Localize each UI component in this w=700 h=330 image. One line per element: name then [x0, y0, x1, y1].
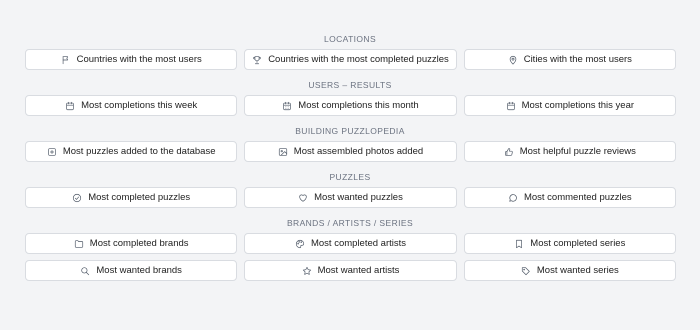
link-completions-year[interactable]: Most completions this year	[463, 95, 676, 116]
section-row-locations: Countries with the most users Countries …	[0, 49, 700, 70]
link-most-commented-puzzles[interactable]: Most commented puzzles	[463, 187, 676, 208]
link-label: Most completions this month	[298, 100, 419, 111]
section-row-users-results: Most completions this week Most completi…	[0, 95, 700, 116]
link-most-wanted-series[interactable]: Most wanted series	[463, 260, 676, 281]
section-row-brands-artists-series-1: Most completed brands Most completed art…	[0, 233, 700, 254]
link-most-wanted-puzzles[interactable]: Most wanted puzzles	[244, 187, 457, 208]
image-icon	[278, 147, 288, 157]
heart-icon	[298, 193, 308, 203]
link-label: Most commented puzzles	[523, 192, 632, 203]
thumbs-up-icon	[504, 147, 514, 157]
calendar-icon	[65, 101, 75, 111]
link-most-wanted-artists[interactable]: Most wanted artists	[244, 260, 457, 281]
link-label: Most wanted series	[536, 265, 619, 276]
section-title-locations: LOCATIONS	[323, 34, 377, 44]
link-most-puzzles-added[interactable]: Most puzzles added to the database	[25, 141, 238, 162]
link-most-wanted-brands[interactable]: Most wanted brands	[25, 260, 238, 281]
link-completions-month[interactable]: Most completions this month	[244, 95, 457, 116]
tags-icon	[521, 266, 531, 276]
section-row-puzzles: Most completed puzzles Most wanted puzzl…	[0, 187, 700, 208]
link-most-photos-added[interactable]: Most assembled photos added	[244, 141, 457, 162]
link-countries-most-users[interactable]: Countries with the most users	[25, 49, 238, 70]
link-completions-week[interactable]: Most completions this week	[25, 95, 238, 116]
section-row-building-puzzlopedia: Most puzzles added to the database Most …	[0, 141, 700, 162]
link-label: Most assembled photos added	[293, 146, 424, 157]
section-title-users-results: USERS – RESULTS	[308, 80, 392, 90]
link-most-helpful-reviews[interactable]: Most helpful puzzle reviews	[463, 141, 676, 162]
link-label: Countries with the most completed puzzle…	[268, 54, 449, 65]
link-label: Cities with the most users	[523, 54, 632, 65]
link-cities-most-users[interactable]: Cities with the most users	[463, 49, 676, 70]
link-label: Most completions this year	[521, 100, 635, 111]
link-label: Most completions this week	[81, 100, 198, 111]
link-label: Most helpful puzzle reviews	[519, 146, 636, 157]
link-label: Most wanted artists	[317, 265, 400, 276]
flag-icon	[61, 55, 71, 65]
section-title-brands-artists-series: BRANDS / ARTISTS / SERIES	[286, 218, 414, 228]
link-most-completed-artists[interactable]: Most completed artists	[244, 233, 457, 254]
calendar-icon	[506, 101, 516, 111]
search-icon	[80, 266, 90, 276]
link-most-completed-puzzles[interactable]: Most completed puzzles	[25, 187, 238, 208]
link-label: Most puzzles added to the database	[62, 146, 216, 157]
section-row-brands-artists-series-2: Most wanted brands Most wanted artists M…	[0, 260, 700, 281]
map-pin-icon	[508, 55, 518, 65]
bookmark-icon	[514, 239, 524, 249]
chat-bubble-icon	[508, 193, 518, 203]
link-label: Most completed series	[530, 238, 626, 249]
folder-icon	[74, 239, 84, 249]
rankings-page: LOCATIONS Countries with the most users …	[0, 0, 700, 330]
trophy-icon	[252, 55, 262, 65]
link-most-completed-series[interactable]: Most completed series	[463, 233, 676, 254]
link-label: Most wanted brands	[96, 265, 182, 276]
plus-square-icon	[47, 147, 57, 157]
link-label: Most wanted puzzles	[314, 192, 403, 203]
palette-icon	[295, 239, 305, 249]
link-most-completed-brands[interactable]: Most completed brands	[25, 233, 238, 254]
link-label: Countries with the most users	[76, 54, 202, 65]
section-title-building-puzzlopedia: BUILDING PUZZLOPEDIA	[295, 126, 405, 136]
calendar-grid-icon	[282, 101, 292, 111]
link-countries-most-completed[interactable]: Countries with the most completed puzzle…	[244, 49, 457, 70]
section-title-puzzles: PUZZLES	[329, 172, 371, 182]
link-label: Most completed brands	[89, 238, 189, 249]
check-circle-icon	[72, 193, 82, 203]
star-icon	[302, 266, 312, 276]
link-label: Most completed puzzles	[88, 192, 191, 203]
link-label: Most completed artists	[310, 238, 407, 249]
